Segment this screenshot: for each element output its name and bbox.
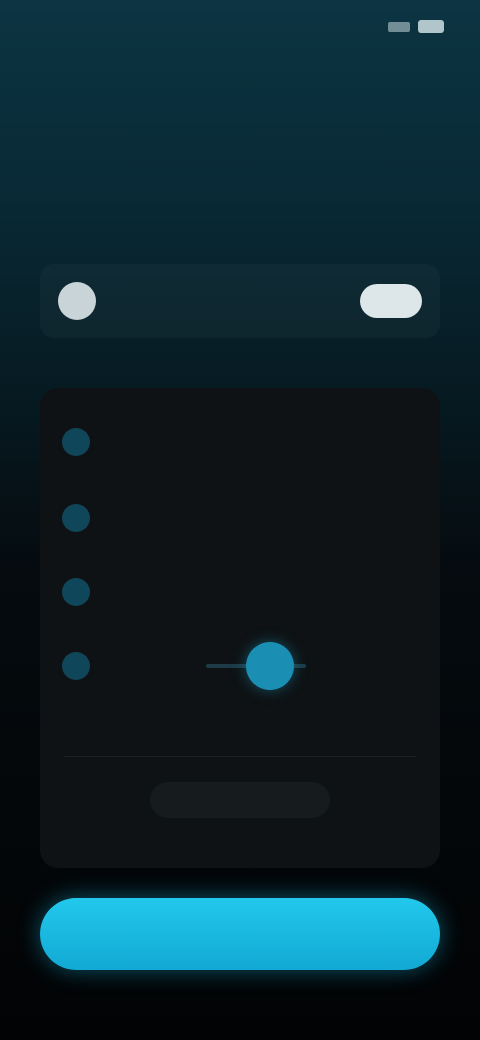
more-button[interactable] <box>150 782 330 818</box>
list-row[interactable] <box>40 564 440 620</box>
list-row[interactable] <box>40 490 440 546</box>
battery-icon <box>418 20 444 33</box>
summary-avatar <box>58 282 96 320</box>
circle-icon <box>62 428 90 456</box>
circle-icon <box>62 578 90 606</box>
circle-icon <box>62 504 90 532</box>
status-bar <box>0 0 480 56</box>
circle-icon <box>62 652 90 680</box>
divider <box>64 756 416 757</box>
settings-list <box>40 388 440 868</box>
status-icons <box>388 20 444 33</box>
list-row <box>40 638 440 694</box>
slider-thumb[interactable] <box>246 642 294 690</box>
signal-icon <box>388 21 410 32</box>
list-row[interactable] <box>40 414 440 470</box>
summary-card <box>40 264 440 338</box>
summary-toggle[interactable] <box>360 284 422 318</box>
primary-button[interactable] <box>40 898 440 970</box>
